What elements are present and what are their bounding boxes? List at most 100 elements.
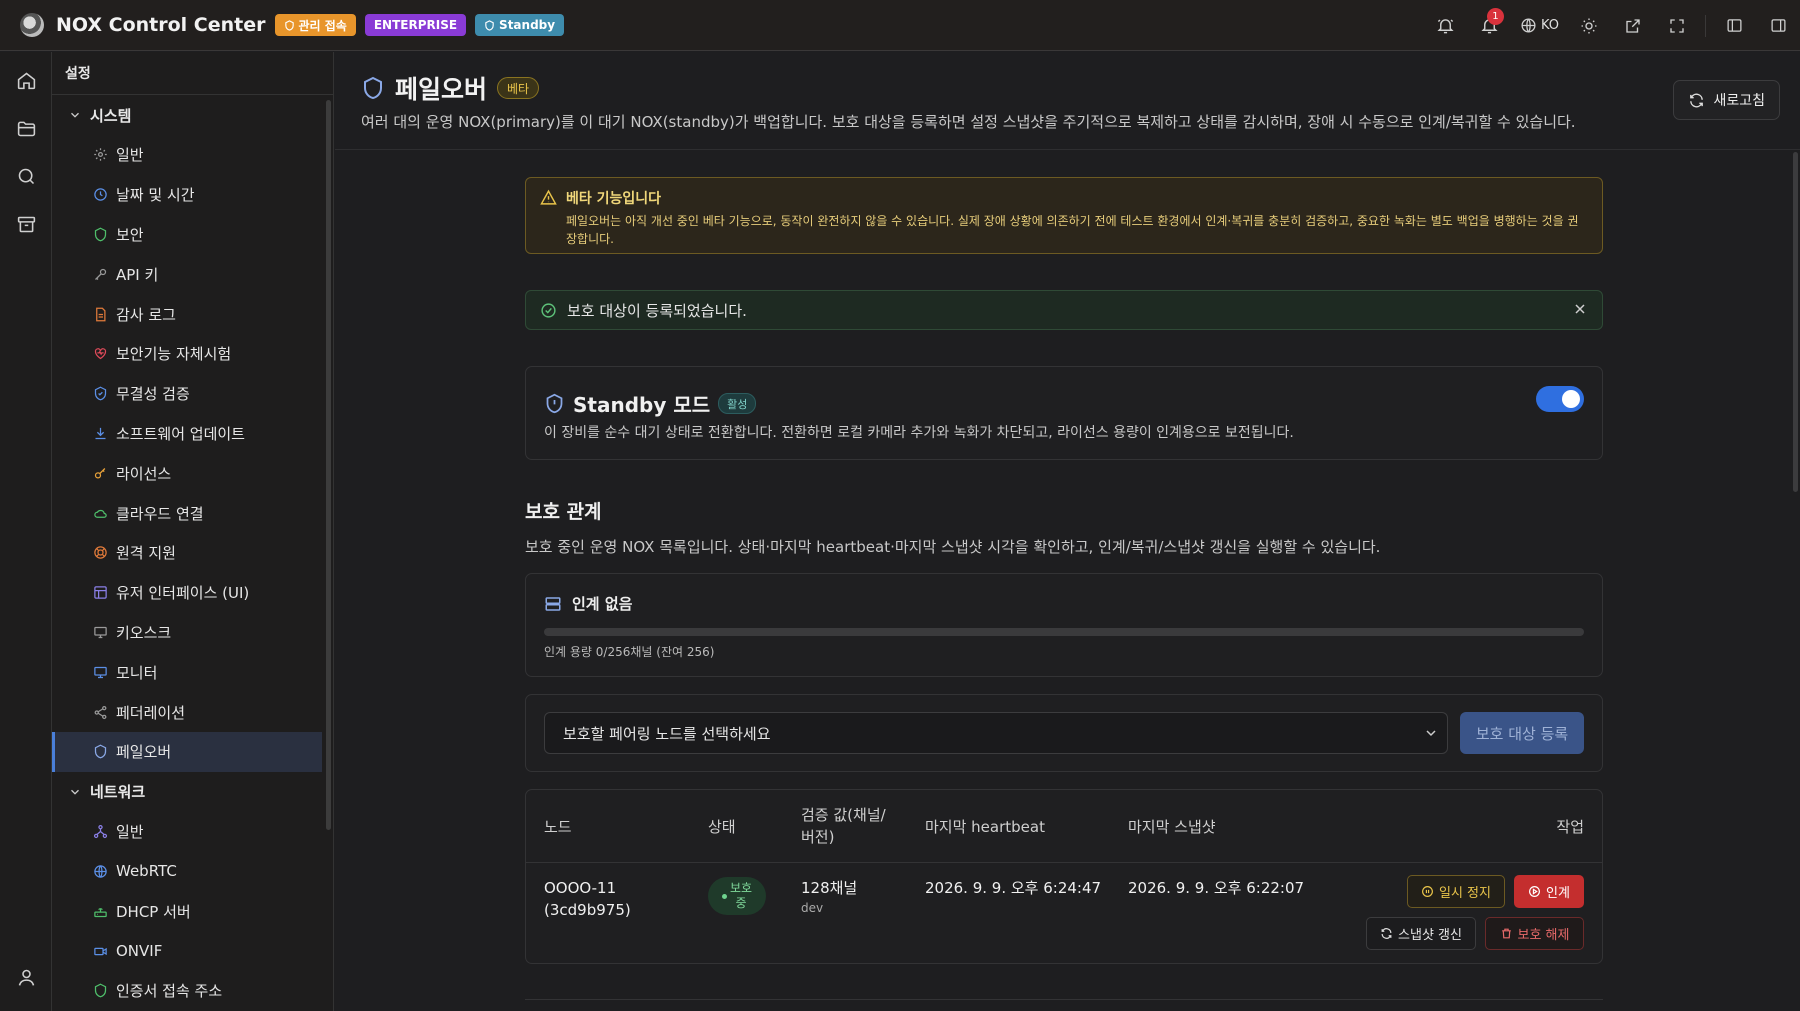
- sidebar-item-label: 페일오버: [116, 743, 172, 762]
- sidebar-item-kiosk[interactable]: 키오스크: [52, 613, 322, 653]
- sidebar-item-label: 키오스크: [116, 623, 172, 642]
- verify-cell: 128채널 dev: [801, 877, 857, 915]
- heart-pulse-icon: [92, 346, 108, 362]
- alarm-bell-icon[interactable]: [1424, 4, 1468, 48]
- notification-bell-icon[interactable]: 1: [1468, 4, 1512, 48]
- settings-sidebar: 설정 시스템 일반 날짜 및 시간 보안 API 키 감사 로그 보안기능 자체…: [52, 52, 334, 1011]
- admin-access-badge: 관리 접속: [274, 14, 356, 36]
- node-cell: OOOO-11 (3cd9b975): [544, 877, 631, 921]
- capacity-title: 인계 없음: [572, 595, 633, 613]
- failover-label: 인계: [1546, 886, 1570, 901]
- shield-icon: [92, 744, 108, 760]
- failover-capacity-card: 인계 없음 인계 용량 0/256채널 (잔여 256): [525, 573, 1603, 677]
- sidebar-item-dhcp[interactable]: DHCP 서버: [52, 891, 322, 931]
- register-target-button[interactable]: 보호 대상 등록: [1460, 712, 1584, 754]
- kiosk-icon: [92, 624, 108, 640]
- pause-label: 일시 정지: [1439, 886, 1491, 901]
- protection-section-title: 보호 관계: [525, 501, 602, 523]
- capacity-text: 인계 용량 0/256채널 (잔여 256): [544, 645, 715, 659]
- sidebar-scrollbar[interactable]: [326, 100, 331, 830]
- failover-button[interactable]: 인계: [1514, 875, 1584, 908]
- unprotect-button[interactable]: 보호 해제: [1485, 917, 1584, 950]
- share-nodes-icon: [92, 704, 108, 720]
- sidebar-item-federation[interactable]: 페더레이션: [52, 692, 322, 732]
- sidebar-item-monitor[interactable]: 모니터: [52, 652, 322, 692]
- pairing-node-select[interactable]: 보호할 페어링 노드를 선택하세요: [544, 712, 1448, 754]
- column-header-node: 노드: [544, 817, 572, 836]
- sidebar-item-label: 감사 로그: [116, 305, 176, 324]
- sidebar-item-software-update[interactable]: 소프트웨어 업데이트: [52, 414, 322, 454]
- download-icon: [92, 425, 108, 441]
- admin-access-label: 관리 접속: [298, 18, 347, 33]
- sidebar-group-label: 시스템: [90, 106, 132, 125]
- folder-icon[interactable]: [0, 104, 52, 152]
- home-icon[interactable]: [0, 56, 52, 104]
- right-panel-toggle-icon[interactable]: [1756, 4, 1800, 48]
- language-selector[interactable]: KO: [1512, 17, 1567, 34]
- sidebar-item-remote-support[interactable]: 원격 지원: [52, 533, 322, 573]
- top-bar: NOX Control Center 관리 접속 ENTERPRISE Stan…: [0, 0, 1800, 51]
- refresh-button[interactable]: 새로고침: [1673, 80, 1780, 120]
- sidebar-group-system[interactable]: 시스템: [52, 95, 333, 135]
- table-header-divider: [526, 862, 1602, 863]
- license-key-icon: [92, 465, 108, 481]
- archive-icon[interactable]: [0, 200, 52, 248]
- external-link-icon[interactable]: [1611, 4, 1655, 48]
- shield-icon: [92, 226, 108, 242]
- refresh-icon: [1381, 928, 1392, 939]
- gear-icon: [92, 147, 108, 163]
- sidebar-item-label: 클라우드 연결: [116, 504, 204, 523]
- sidebar-item-webrtc[interactable]: WebRTC: [52, 852, 322, 892]
- sidebar-header: 설정: [52, 52, 333, 95]
- user-icon[interactable]: [0, 953, 52, 1001]
- chevron-down-icon: [71, 112, 79, 118]
- sidebar-item-cloud[interactable]: 클라우드 연결: [52, 493, 322, 533]
- sidebar-item-ui[interactable]: 유저 인터페이스 (UI): [52, 573, 322, 613]
- sidebar-item-cert-address[interactable]: 인증서 접속 주소: [52, 971, 322, 1011]
- sidebar-item-failover[interactable]: 페일오버: [52, 731, 322, 772]
- sidebar-group-label: 네트워크: [90, 783, 146, 802]
- snapshot-refresh-button[interactable]: 스냅샷 갱신: [1366, 917, 1476, 950]
- success-alert: 보호 대상이 등록되었습니다.: [525, 290, 1603, 330]
- sidebar-item-security[interactable]: 보안: [52, 215, 322, 255]
- layout-icon: [92, 585, 108, 601]
- sidebar-item-onvif[interactable]: ONVIF: [52, 931, 322, 971]
- sidebar-item-datetime[interactable]: 날짜 및 시간: [52, 175, 322, 215]
- pause-button[interactable]: 일시 정지: [1407, 875, 1505, 908]
- chevron-down-icon: [1426, 730, 1436, 737]
- main-scrollbar[interactable]: [1793, 152, 1798, 492]
- sidebar-item-integrity[interactable]: 무결성 검증: [52, 374, 322, 414]
- check-circle-icon: [540, 302, 557, 319]
- left-panel-toggle-icon[interactable]: [1712, 4, 1756, 48]
- sidebar-item-label: 일반: [116, 146, 144, 165]
- shield-icon: [546, 393, 563, 414]
- status-text-line2: 중: [735, 896, 747, 910]
- sidebar-item-self-test[interactable]: 보안기능 자체시험: [52, 334, 322, 374]
- globe-icon: [1521, 18, 1536, 33]
- close-icon[interactable]: [1572, 301, 1588, 321]
- sidebar-item-audit-log[interactable]: 감사 로그: [52, 294, 322, 334]
- sidebar-group-network[interactable]: 네트워크: [52, 772, 333, 812]
- heartbeat-time: 2026. 9. 9. 오후 6:24:47: [925, 879, 1102, 897]
- version-value: dev: [801, 901, 824, 915]
- sidebar-item-license[interactable]: 라이선스: [52, 453, 322, 493]
- page-description: 여러 대의 운영 NOX(primary)를 이 대기 NOX(standby)…: [361, 113, 1576, 131]
- server-icon: [545, 596, 561, 611]
- fullscreen-icon[interactable]: [1655, 4, 1699, 48]
- sidebar-item-general[interactable]: 일반: [52, 135, 322, 175]
- status-dot: [721, 893, 727, 899]
- app-title: NOX Control Center: [56, 14, 266, 36]
- sidebar-item-label: DHCP 서버: [116, 902, 191, 921]
- column-header-actions: 작업: [1556, 817, 1584, 836]
- globe-icon: [92, 863, 108, 879]
- sidebar-item-label: WebRTC: [116, 862, 177, 881]
- sidebar-item-api-keys[interactable]: API 키: [52, 254, 322, 294]
- standby-mode-toggle[interactable]: [1536, 386, 1584, 412]
- standby-label: Standby: [499, 18, 556, 32]
- network-icon: [92, 824, 108, 840]
- search-icon[interactable]: [0, 152, 52, 200]
- page-title: 페일오버: [395, 75, 488, 104]
- sidebar-item-network-general[interactable]: 일반: [52, 812, 322, 852]
- theme-sun-icon[interactable]: [1567, 4, 1611, 48]
- play-circle-icon: [1529, 886, 1541, 897]
